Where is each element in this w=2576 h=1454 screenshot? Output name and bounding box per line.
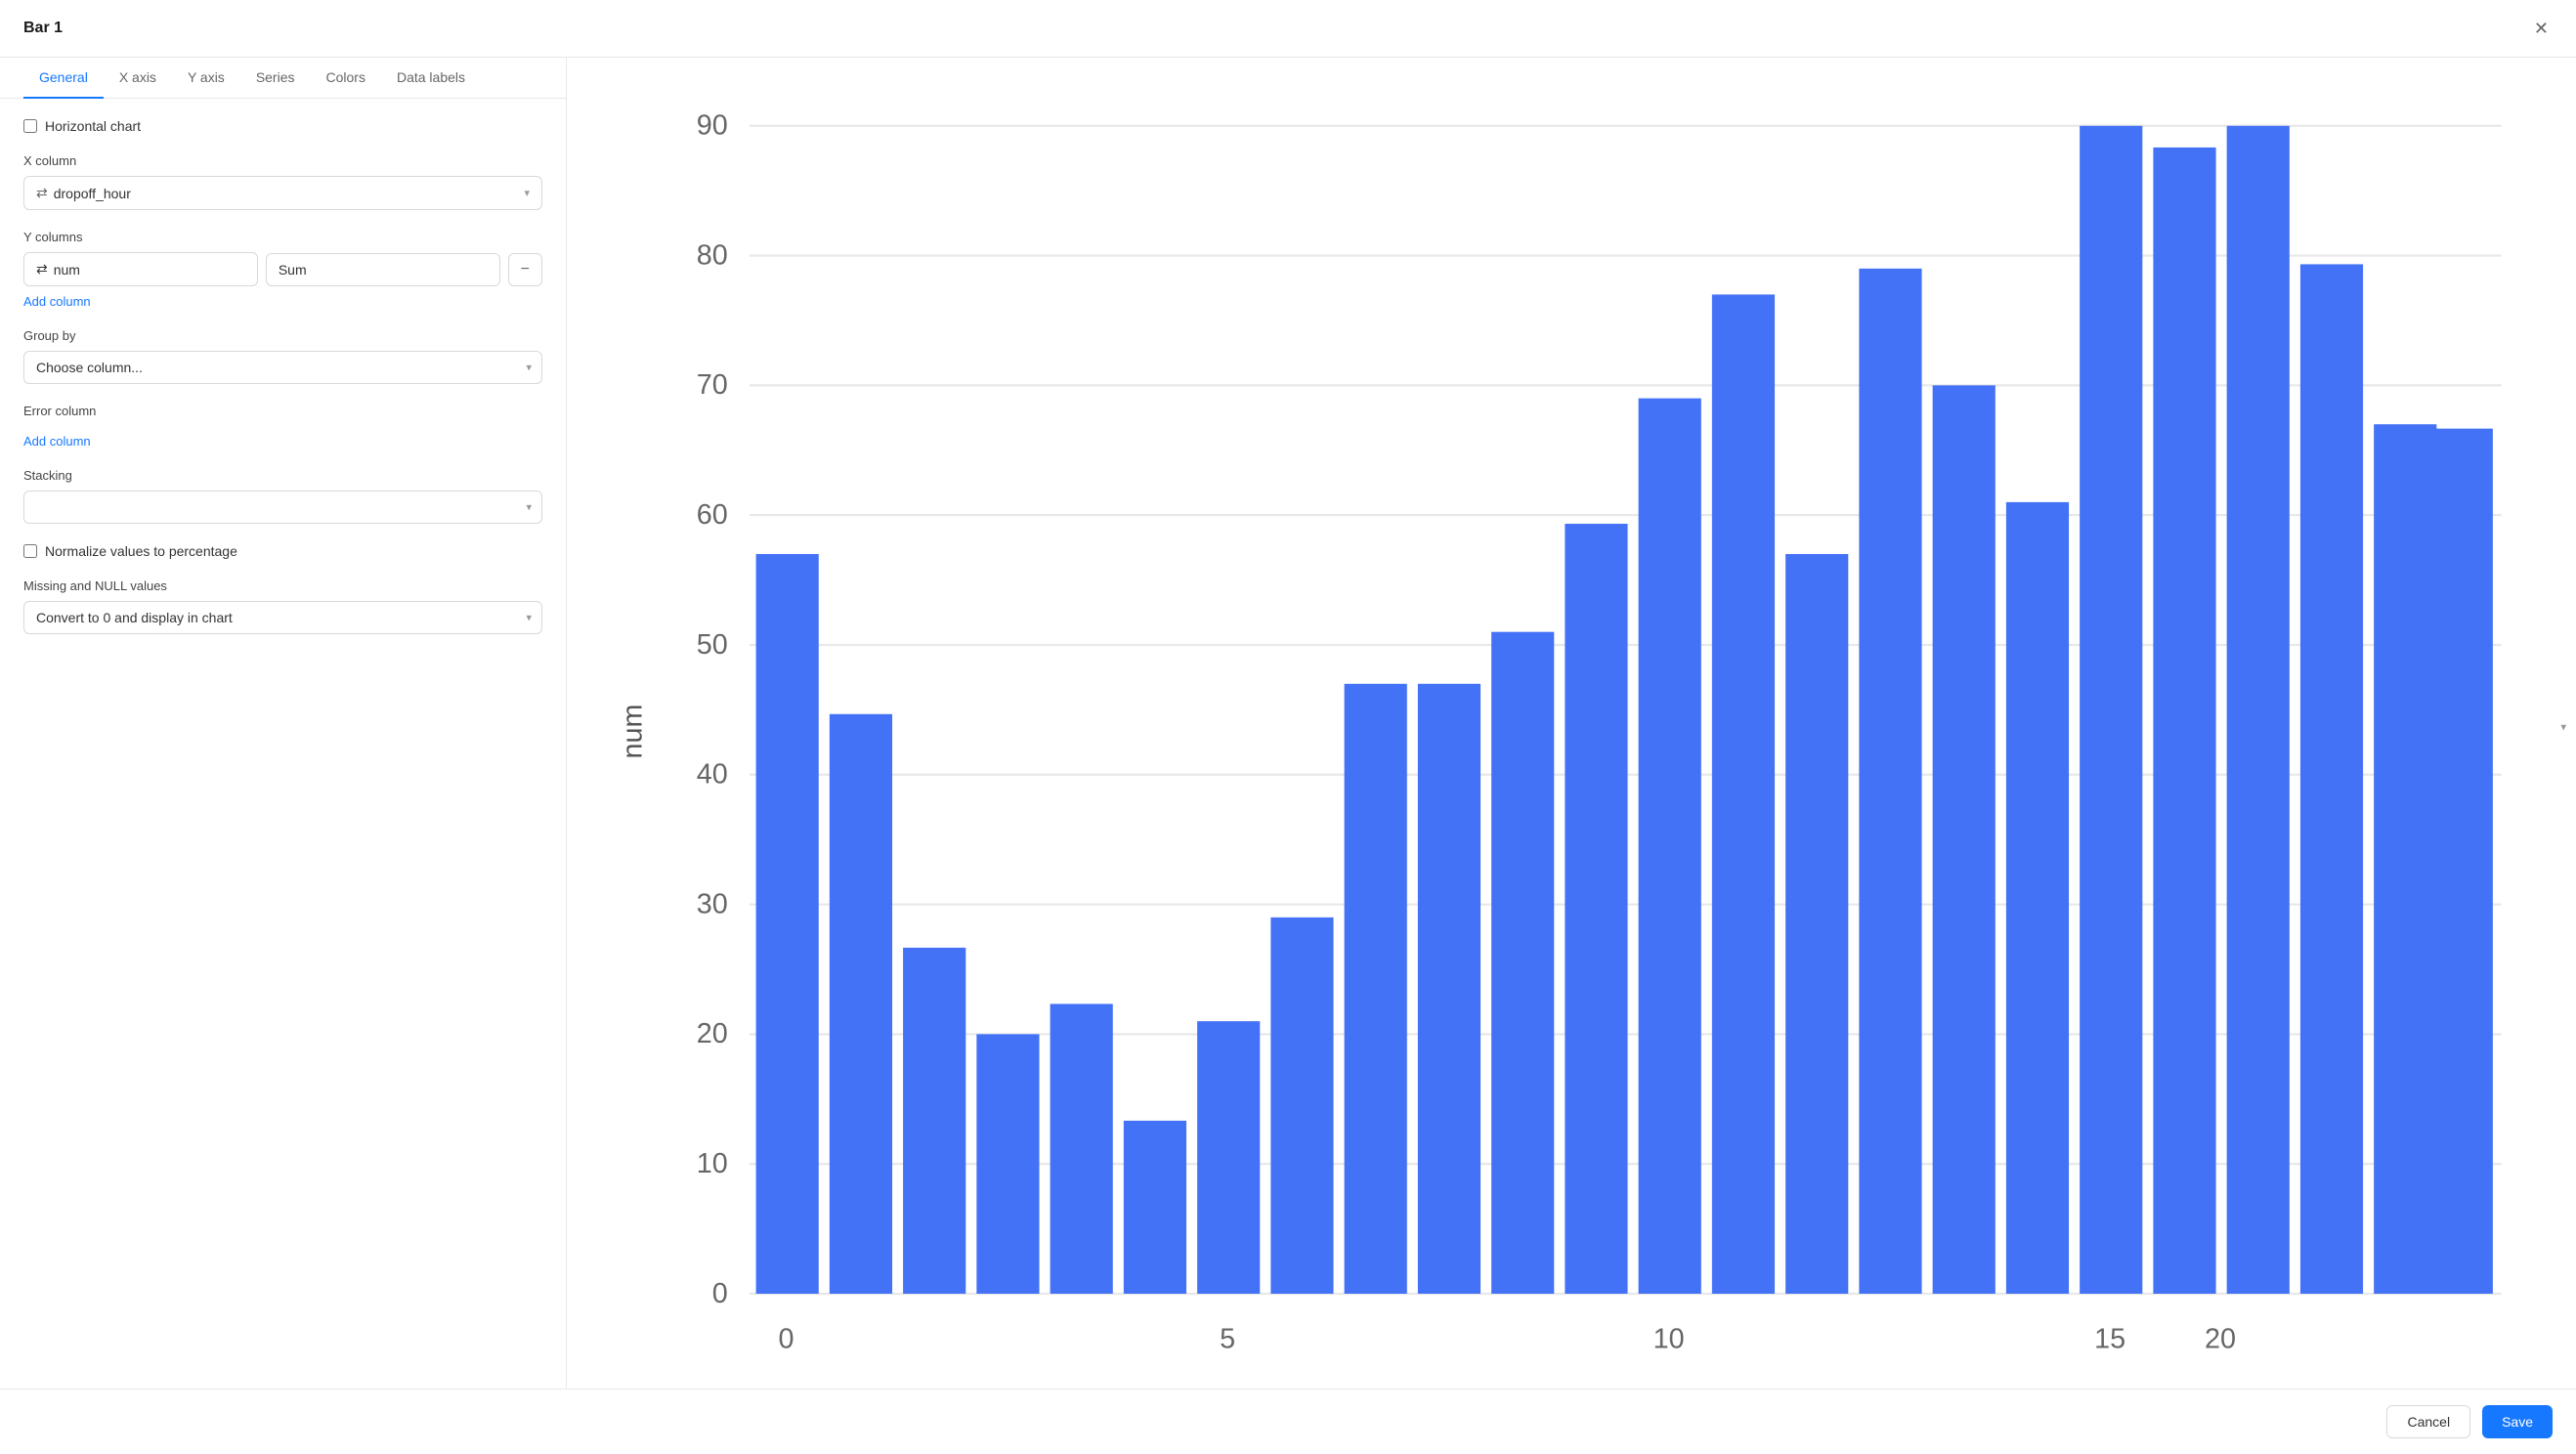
x-column-select-wrapper[interactable]: ⇄ dropoff_hour ▾ xyxy=(23,176,542,210)
svg-text:10: 10 xyxy=(1653,1323,1685,1354)
close-button[interactable]: ✕ xyxy=(2530,16,2553,41)
missing-null-group: Missing and NULL values Convert to 0 and… xyxy=(23,578,542,634)
tab-yaxis[interactable]: Y axis xyxy=(172,58,240,99)
modal-title: Bar 1 xyxy=(23,20,63,37)
remove-y-column-button[interactable]: − xyxy=(508,253,542,286)
error-column-label: Error column xyxy=(23,404,542,418)
normalize-checkbox[interactable] xyxy=(23,544,37,558)
y-columns-row: ⇄ num ▾ Sum Count Avg xyxy=(23,252,542,286)
stacking-select-wrapper[interactable]: ▾ xyxy=(23,491,542,524)
form-content: Horizontal chart X column ⇄ dropoff_hour… xyxy=(0,99,566,673)
svg-text:50: 50 xyxy=(697,629,728,661)
group-by-select[interactable]: Choose column... xyxy=(24,352,541,383)
right-panel: .axis-label { font-size: 13px; fill: #66… xyxy=(567,58,2576,1389)
modal-container: Bar 1 ✕ General X axis Y axis Series Col… xyxy=(0,0,2576,1454)
horizontal-chart-checkbox[interactable] xyxy=(23,119,37,133)
y-column-select-wrapper[interactable]: ⇄ num ▾ xyxy=(23,252,258,286)
missing-null-label: Missing and NULL values xyxy=(23,578,542,593)
stacking-label: Stacking xyxy=(23,468,542,483)
bar-chart: .axis-label { font-size: 13px; fill: #66… xyxy=(598,81,2545,1389)
column-icon: ⇄ xyxy=(36,185,48,201)
svg-text:70: 70 xyxy=(697,369,728,401)
cancel-button[interactable]: Cancel xyxy=(2386,1405,2470,1438)
group-by-label: Group by xyxy=(23,328,542,343)
normalize-row: Normalize values to percentage xyxy=(23,543,542,559)
svg-text:40: 40 xyxy=(697,759,728,791)
svg-text:10: 10 xyxy=(697,1148,728,1179)
stacking-group: Stacking ▾ xyxy=(23,468,542,524)
svg-text:20: 20 xyxy=(2205,1323,2236,1354)
x-column-label: X column xyxy=(23,153,542,168)
tabs-bar: General X axis Y axis Series Colors Data… xyxy=(0,58,566,99)
horizontal-chart-row: Horizontal chart xyxy=(23,118,542,134)
chart-area: .axis-label { font-size: 13px; fill: #66… xyxy=(598,81,2545,1389)
missing-null-select[interactable]: Convert to 0 and display in chart Ignore xyxy=(24,602,541,633)
column-icon-2: ⇄ xyxy=(36,261,48,278)
left-panel: General X axis Y axis Series Colors Data… xyxy=(0,58,567,1389)
modal-header: Bar 1 ✕ xyxy=(0,0,2576,58)
svg-text:0: 0 xyxy=(779,1323,794,1354)
y-columns-label: Y columns xyxy=(23,230,542,244)
x-column-group: X column ⇄ dropoff_hour ▾ xyxy=(23,153,542,210)
x-column-select[interactable]: dropoff_hour xyxy=(54,186,525,201)
modal-body: General X axis Y axis Series Colors Data… xyxy=(0,58,2576,1389)
svg-text:15: 15 xyxy=(2094,1323,2125,1354)
svg-text:90: 90 xyxy=(697,110,728,142)
normalize-label[interactable]: Normalize values to percentage xyxy=(45,543,237,559)
svg-text:5: 5 xyxy=(1220,1323,1235,1354)
tab-colors[interactable]: Colors xyxy=(311,58,381,99)
svg-text:80: 80 xyxy=(697,239,728,271)
error-column-group: Error column Add column xyxy=(23,404,542,449)
add-error-column-link[interactable]: Add column xyxy=(23,434,91,449)
save-button[interactable]: Save xyxy=(2482,1405,2553,1438)
y-column-select[interactable]: num xyxy=(54,262,245,278)
svg-text:num: num xyxy=(617,705,648,759)
tab-general[interactable]: General xyxy=(23,58,104,99)
svg-text:0: 0 xyxy=(712,1278,728,1309)
tab-data-labels[interactable]: Data labels xyxy=(381,58,481,99)
y-agg-select-wrapper[interactable]: Sum Count Avg ▾ xyxy=(266,253,500,286)
y-agg-select[interactable]: Sum Count Avg xyxy=(279,262,488,278)
tab-xaxis[interactable]: X axis xyxy=(104,58,172,99)
svg-text:60: 60 xyxy=(697,499,728,531)
horizontal-chart-label[interactable]: Horizontal chart xyxy=(45,118,141,134)
svg-text:30: 30 xyxy=(697,888,728,919)
add-y-column-link[interactable]: Add column xyxy=(23,294,91,309)
modal-footer: Cancel Save xyxy=(0,1389,2576,1454)
tab-series[interactable]: Series xyxy=(240,58,311,99)
chevron-down-icon: ▾ xyxy=(524,187,530,199)
group-by-select-wrapper[interactable]: Choose column... ▾ xyxy=(23,351,542,384)
stacking-select[interactable] xyxy=(24,492,541,523)
y-columns-group: Y columns ⇄ num ▾ Sum Count xyxy=(23,230,542,309)
group-by-group: Group by Choose column... ▾ xyxy=(23,328,542,384)
svg-text:20: 20 xyxy=(697,1018,728,1049)
missing-null-select-wrapper[interactable]: Convert to 0 and display in chart Ignore… xyxy=(23,601,542,634)
